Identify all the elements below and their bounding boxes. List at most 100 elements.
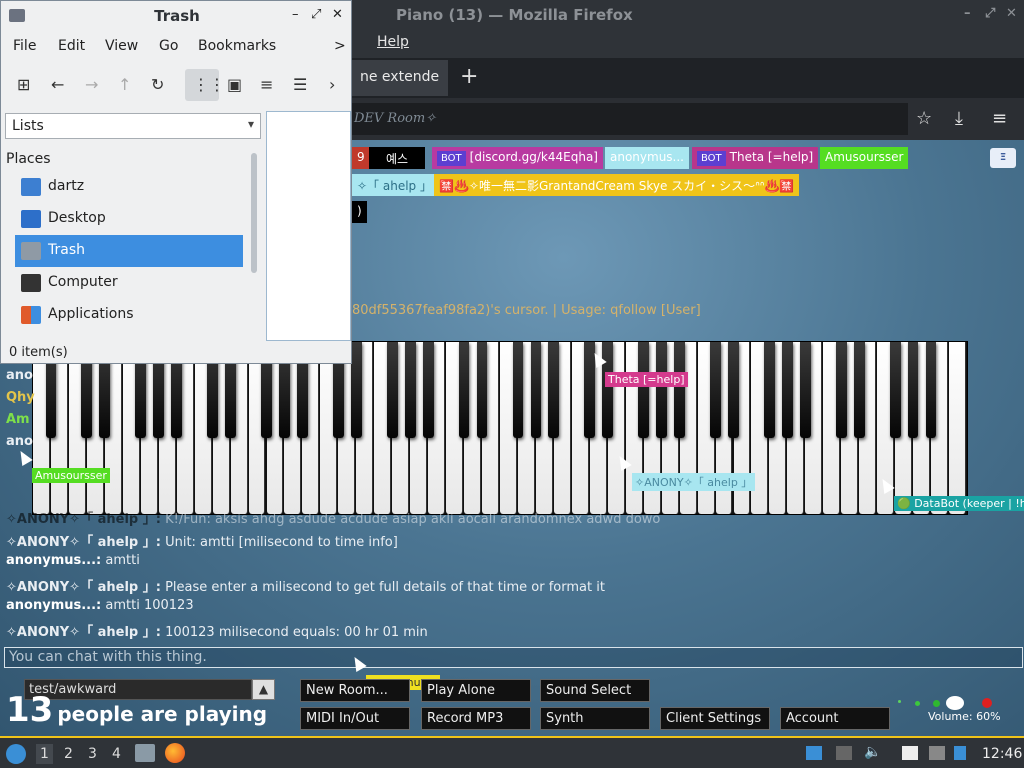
synth-button[interactable]: Synth <box>540 707 650 730</box>
menu-edit[interactable]: Edit <box>58 38 85 54</box>
volume-knob[interactable] <box>946 696 964 710</box>
tab-piano[interactable]: ne extende <box>352 60 448 96</box>
chat-input[interactable]: You can chat with this thing. <box>4 647 1023 668</box>
black-key[interactable] <box>458 342 470 438</box>
desktop-icon <box>21 210 41 228</box>
user-tag[interactable]: Amusoursser <box>820 147 909 169</box>
back-icon[interactable]: ← <box>51 75 64 94</box>
user-tag[interactable]: anonymus... <box>605 147 689 169</box>
forward-icon[interactable]: → <box>85 75 98 94</box>
grid-view-icon[interactable]: ⋮⋮ <box>193 75 225 94</box>
black-key[interactable] <box>422 342 434 438</box>
place-item-desktop[interactable]: Desktop <box>15 203 243 235</box>
user-tag[interactable]: 🈲♨️✧唯一無二影GrantandCream Skye スカイ・シス〜ᐢᐢ♨️🈲 <box>434 174 800 196</box>
account-button[interactable]: Account <box>780 707 890 730</box>
black-key[interactable] <box>925 342 937 438</box>
place-item-computer[interactable]: Computer <box>15 267 243 299</box>
black-key[interactable] <box>386 342 398 438</box>
new-room-button[interactable]: New Room... <box>300 679 410 702</box>
places-scrollbar[interactable] <box>251 153 257 273</box>
workspace-2[interactable]: 2 <box>64 746 73 762</box>
user-tag[interactable]: BOT Theta [=help] <box>692 147 819 169</box>
black-key[interactable] <box>404 342 416 438</box>
workspace-1[interactable]: 1 <box>36 744 53 764</box>
hamburger-menu-icon[interactable]: ≡ <box>992 108 1007 129</box>
user-tag[interactable]: 예스 <box>369 147 425 169</box>
list-view-icon[interactable]: ☰ <box>293 75 307 94</box>
black-key[interactable] <box>350 342 362 438</box>
piano-keyboard[interactable] <box>32 341 968 515</box>
black-key[interactable] <box>781 342 793 438</box>
home-folder-icon <box>21 178 41 196</box>
black-key[interactable] <box>907 342 919 438</box>
menu-overflow-icon[interactable]: > <box>334 38 346 54</box>
screen-icon[interactable] <box>806 746 822 760</box>
black-key[interactable] <box>728 342 739 438</box>
up-icon[interactable]: ↑ <box>118 75 131 94</box>
language-button[interactable]: Ξ <box>990 148 1016 168</box>
menu-help[interactable]: Help <box>377 34 409 50</box>
workspace-3[interactable]: 3 <box>88 746 97 762</box>
file-manager-taskbar-icon[interactable] <box>135 744 155 762</box>
speaker-icon[interactable]: 🔈 <box>864 744 881 760</box>
new-tab-icon[interactable]: ⊞ <box>17 75 30 94</box>
display-icon[interactable] <box>929 746 945 760</box>
network-icon[interactable] <box>954 746 966 760</box>
menu-bookmarks[interactable]: Bookmarks <box>198 38 276 54</box>
side-pane-selector[interactable]: Lists ▾ <box>5 113 261 139</box>
download-icon[interactable]: ⤓ <box>955 108 963 129</box>
reload-icon[interactable]: ↻ <box>151 75 164 94</box>
computer-icon <box>21 274 41 292</box>
black-key[interactable] <box>799 342 811 438</box>
start-menu-icon[interactable] <box>6 744 26 764</box>
record-mp3-button[interactable]: Record MP3 <box>421 707 531 730</box>
user-tag[interactable]: ) <box>352 201 367 223</box>
black-key[interactable] <box>764 342 775 438</box>
file-manager-titlebar: Trash – ⤢ ✕ <box>1 1 351 31</box>
black-key[interactable] <box>512 342 524 438</box>
firefox-taskbar-icon[interactable] <box>165 743 185 763</box>
compact-view-icon[interactable]: ≡ <box>260 75 273 94</box>
clipboard-icon[interactable] <box>902 746 918 760</box>
maximize-button[interactable]: ⤢ <box>311 7 321 22</box>
black-key[interactable] <box>656 342 668 438</box>
black-key[interactable] <box>853 342 865 438</box>
player-count-label: people are playing <box>57 702 268 726</box>
workspace-4[interactable]: 4 <box>112 746 121 762</box>
black-key[interactable] <box>889 342 901 438</box>
menu-file[interactable]: File <box>13 38 36 54</box>
black-key[interactable] <box>710 342 721 438</box>
chat-partial-name: Am <box>6 412 30 427</box>
close-button[interactable]: ✕ <box>332 7 343 22</box>
white-key[interactable] <box>949 342 966 514</box>
maximize-button[interactable]: ⤢ <box>985 6 995 21</box>
close-button[interactable]: ✕ <box>1006 6 1017 21</box>
black-key[interactable] <box>476 342 488 438</box>
user-tag[interactable]: 9 <box>352 147 370 169</box>
place-item-dartz[interactable]: dartz <box>15 171 243 203</box>
toolbar-overflow-icon[interactable]: › <box>329 75 335 94</box>
play-alone-button[interactable]: Play Alone <box>421 679 531 702</box>
place-item-trash[interactable]: Trash <box>15 235 243 267</box>
place-item-applications[interactable]: Applications <box>15 299 243 331</box>
black-key[interactable] <box>530 342 542 438</box>
bookmark-star-icon[interactable]: ☆ <box>916 108 932 129</box>
black-key[interactable] <box>548 342 560 438</box>
user-tag[interactable]: ✧「 ahelp 」 <box>352 174 437 196</box>
url-bar[interactable]: DEV Room✧ <box>348 103 908 135</box>
black-key[interactable] <box>835 342 847 438</box>
new-tab-button[interactable]: + <box>460 64 478 89</box>
minimize-button[interactable]: – <box>964 6 971 21</box>
black-key[interactable] <box>674 342 685 438</box>
thumbnail-view-icon[interactable]: ▣ <box>227 75 242 94</box>
menu-go[interactable]: Go <box>159 38 178 54</box>
user-tag[interactable]: BOT [discord.gg/k44Eqha] <box>432 147 603 169</box>
black-key[interactable] <box>638 342 650 438</box>
minimize-button[interactable]: – <box>292 7 299 22</box>
menu-view[interactable]: View <box>105 38 138 54</box>
tray-icon[interactable] <box>836 746 852 760</box>
file-view-area[interactable] <box>266 111 351 341</box>
midi-button[interactable]: MIDI In/Out <box>300 707 410 730</box>
sound-select-button[interactable]: Sound Select <box>540 679 650 702</box>
client-settings-button[interactable]: Client Settings <box>660 707 770 730</box>
